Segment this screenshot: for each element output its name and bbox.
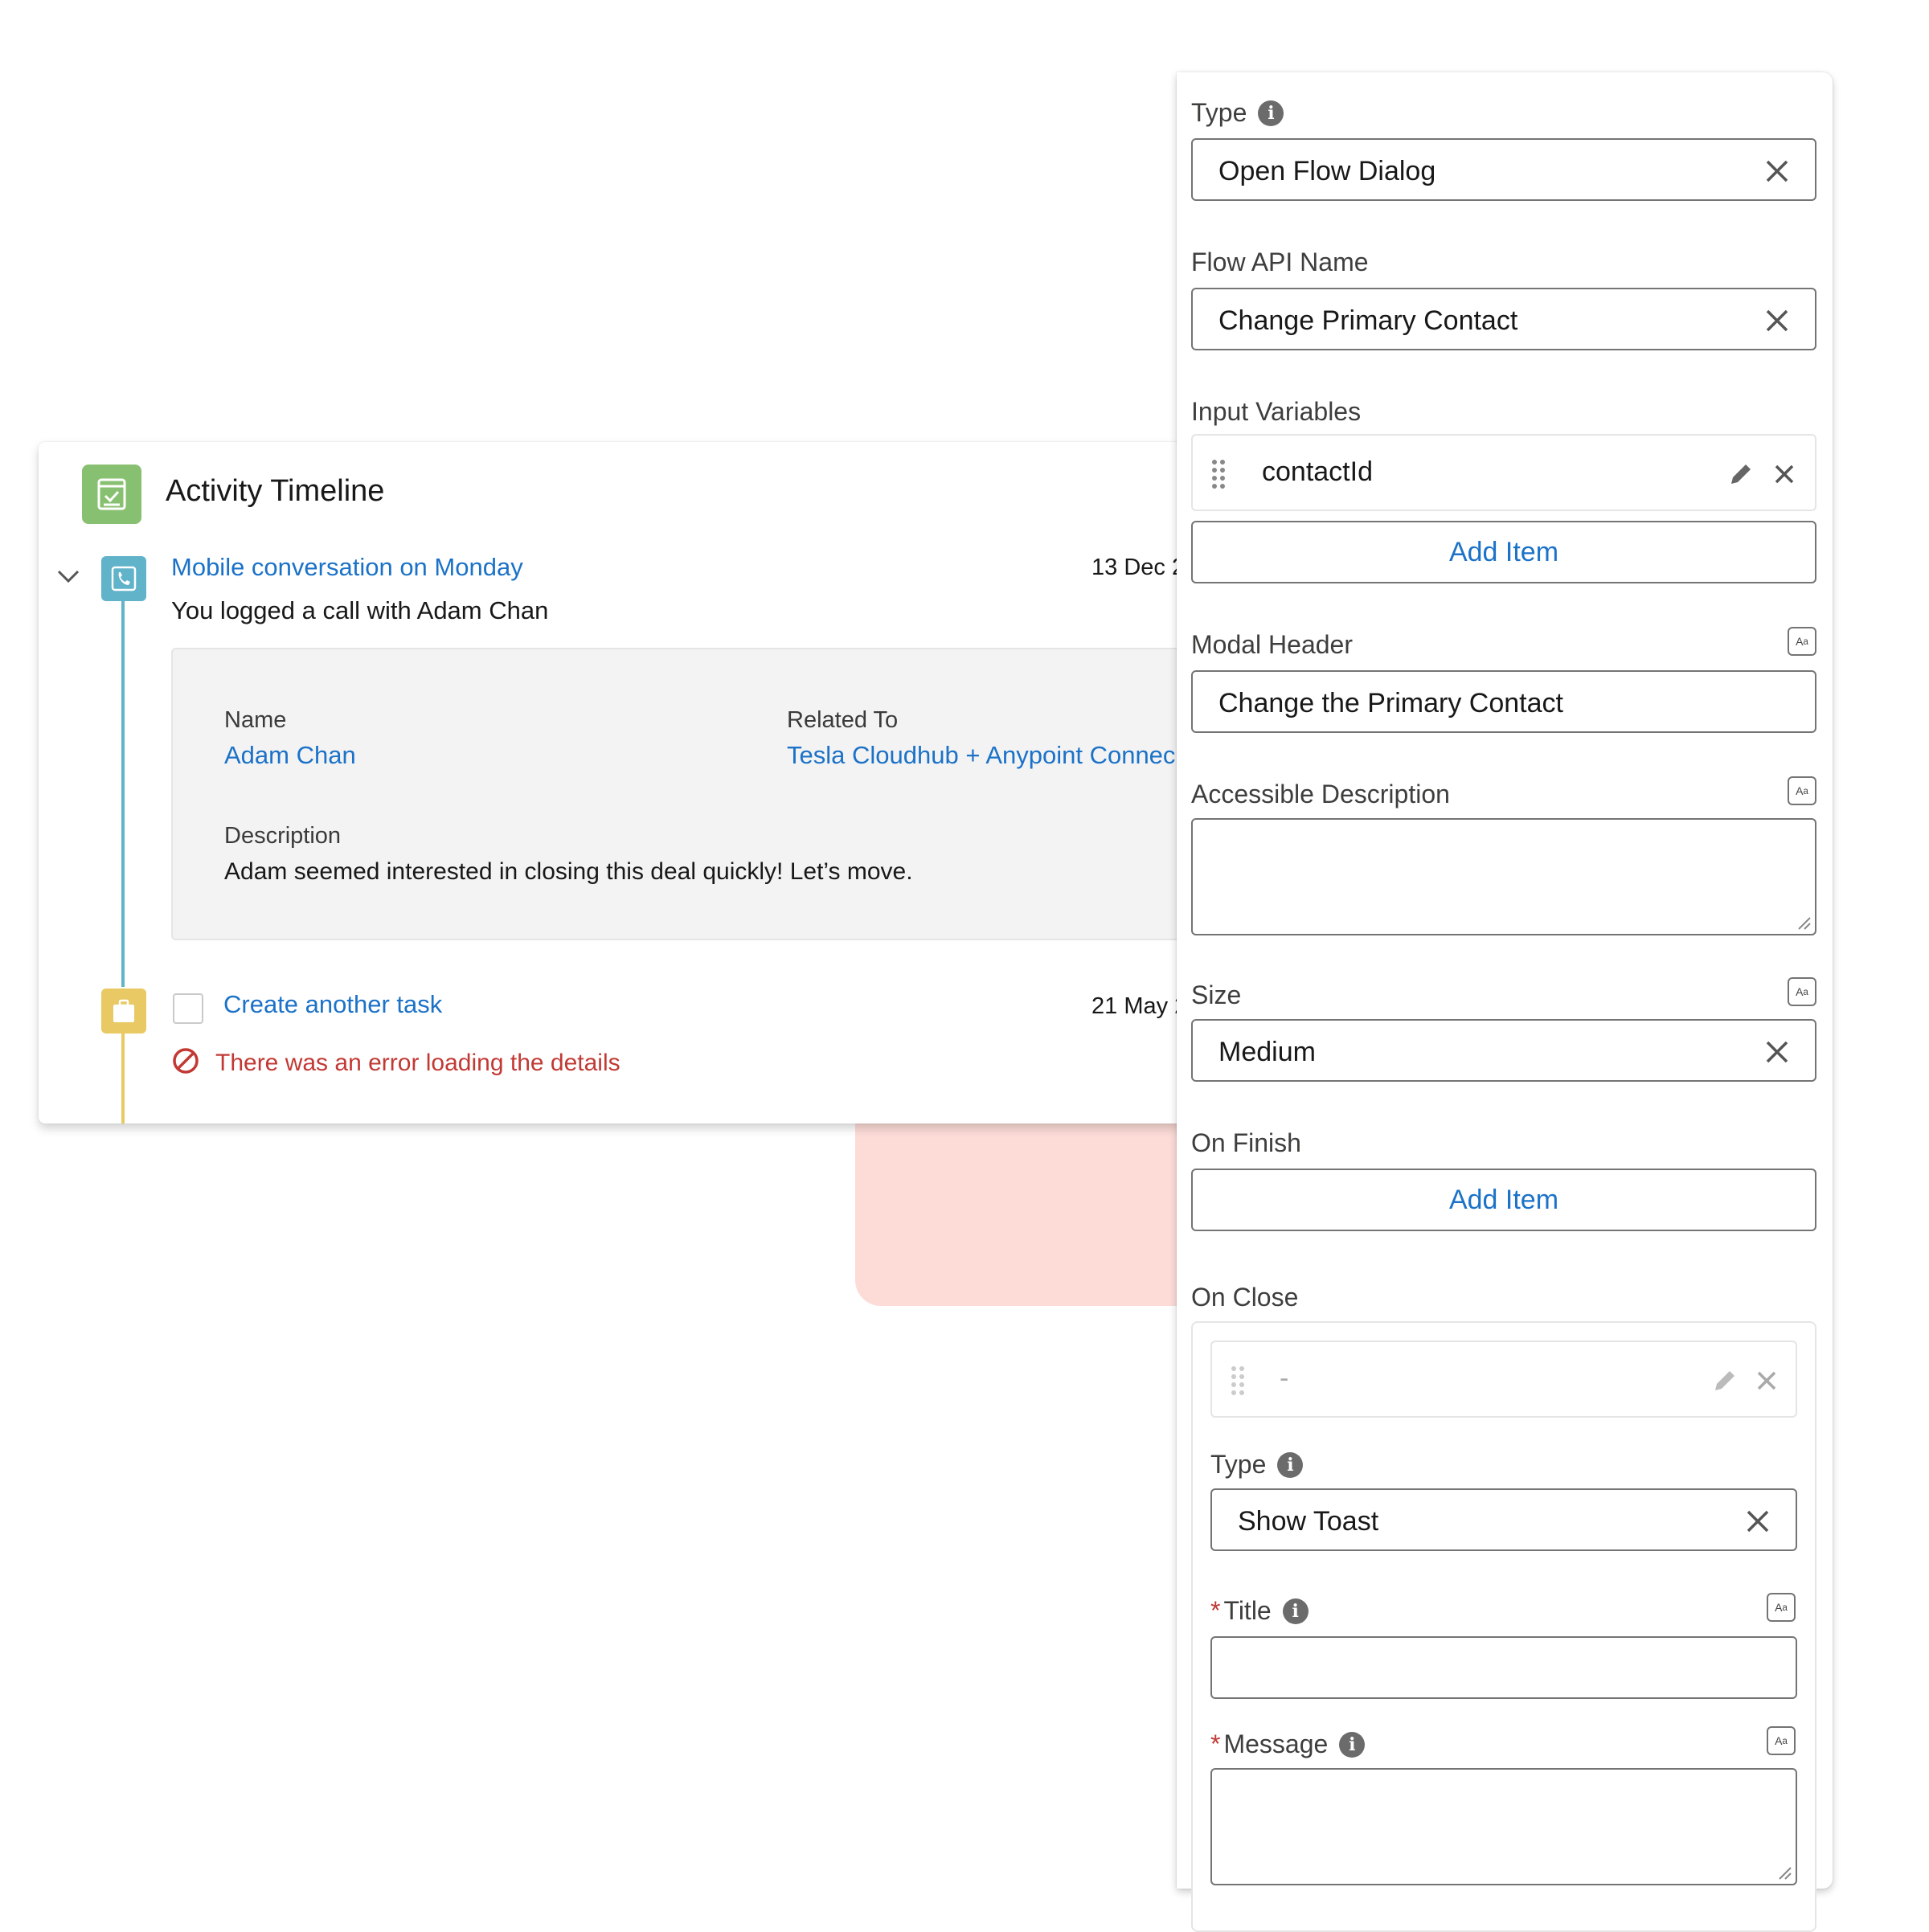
on-close-type-label-row: Type i	[1210, 1450, 1304, 1480]
description-value: Adam seemed interested in closing this d…	[224, 858, 913, 885]
flow-api-value: Change Primary Contact	[1218, 305, 1518, 336]
task-title-link[interactable]: Create another task	[223, 990, 442, 1019]
property-panel: Type i Open Flow Dialog Flow API Name Ch…	[1177, 72, 1833, 1932]
on-close-item-row[interactable]: -	[1210, 1341, 1797, 1418]
clear-icon[interactable]	[1763, 307, 1791, 334]
accessible-description-textarea[interactable]	[1191, 818, 1816, 935]
info-icon[interactable]: i	[1339, 1731, 1366, 1758]
pencil-icon[interactable]	[1726, 460, 1755, 489]
close-icon[interactable]	[1773, 463, 1796, 485]
description-label: Description	[224, 823, 342, 849]
type-value: Open Flow Dialog	[1218, 156, 1436, 186]
modal-header-label: Modal Header	[1191, 630, 1353, 659]
error-icon	[173, 1048, 199, 1074]
task-icon	[101, 989, 146, 1034]
accessible-description-label: Accessible Description	[1191, 780, 1450, 808]
on-close-container: - Type i Show Toast * Title i A a * Mess…	[1191, 1321, 1816, 1932]
flow-api-label: Flow API Name	[1191, 248, 1369, 276]
resize-handle-icon[interactable]	[1796, 915, 1812, 931]
title-field[interactable]	[1210, 1636, 1797, 1699]
related-to-link[interactable]: Tesla Cloudhub + Anypoint Connec	[787, 741, 1175, 770]
required-indicator: *	[1210, 1596, 1221, 1625]
type-field[interactable]: Open Flow Dialog	[1191, 138, 1816, 201]
modal-header-value: Change the Primary Contact	[1218, 688, 1563, 718]
formula-icon[interactable]: Aa	[1788, 776, 1816, 805]
task-date: 21 May 2	[1091, 993, 1180, 1019]
call-item-date: 13 Dec 2	[1091, 555, 1180, 580]
flow-api-field[interactable]: Change Primary Contact	[1191, 288, 1816, 350]
call-item-subtitle: You logged a call with Adam Chan	[171, 596, 549, 624]
related-to-label: Related To	[787, 707, 899, 733]
on-finish-label: On Finish	[1191, 1128, 1301, 1157]
call-details-box: Name Adam Chan Related To Tesla Cloudhub…	[171, 648, 1180, 940]
info-icon[interactable]: i	[1277, 1451, 1304, 1478]
error-message: There was an error loading the details	[215, 1050, 620, 1076]
timeline-connector	[121, 601, 125, 987]
background-shape	[855, 1109, 1193, 1306]
timeline-connector	[121, 1034, 125, 1124]
resize-handle-icon[interactable]	[1776, 1864, 1792, 1881]
card-title: Activity Timeline	[166, 474, 385, 508]
add-input-variable-button[interactable]: Add Item	[1191, 521, 1816, 583]
required-indicator: *	[1210, 1729, 1221, 1758]
drag-handle-icon[interactable]	[1210, 458, 1227, 489]
add-on-finish-button[interactable]: Add Item	[1191, 1169, 1816, 1231]
input-variable-name: contactId	[1262, 456, 1373, 487]
name-label: Name	[224, 707, 287, 733]
size-field[interactable]: Medium	[1191, 1019, 1816, 1082]
formula-icon[interactable]: Aa	[1767, 1593, 1796, 1622]
message-textarea[interactable]	[1210, 1768, 1797, 1885]
call-log-icon	[101, 556, 146, 601]
drag-handle-icon[interactable]	[1230, 1365, 1246, 1395]
on-close-type-field[interactable]: Show Toast	[1210, 1488, 1797, 1551]
message-label: Message	[1223, 1729, 1329, 1758]
task-checkbox[interactable]	[173, 993, 203, 1024]
message-label-row: * Message i	[1210, 1729, 1366, 1759]
name-value-link[interactable]: Adam Chan	[224, 741, 356, 770]
on-close-label: On Close	[1191, 1283, 1299, 1312]
pencil-icon[interactable]	[1710, 1366, 1739, 1395]
on-close-type-label: Type	[1210, 1450, 1267, 1479]
size-label: Size	[1191, 980, 1242, 1009]
info-icon[interactable]: i	[1282, 1598, 1309, 1624]
on-close-item-placeholder: -	[1280, 1363, 1289, 1394]
title-label-row: * Title i	[1210, 1596, 1309, 1626]
type-label: Type	[1191, 98, 1247, 127]
modal-header-field[interactable]: Change the Primary Contact	[1191, 670, 1816, 733]
formula-icon[interactable]: Aa	[1788, 627, 1816, 656]
chevron-down-icon[interactable]	[55, 563, 82, 590]
call-item-title-link[interactable]: Mobile conversation on Monday	[171, 553, 523, 582]
activity-timeline-card: Activity Timeline Mobile conversation on…	[39, 442, 1180, 1124]
input-variables-label: Input Variables	[1191, 397, 1362, 426]
size-value: Medium	[1218, 1037, 1316, 1067]
on-close-type-value: Show Toast	[1238, 1506, 1379, 1537]
clear-icon[interactable]	[1763, 158, 1791, 185]
close-icon[interactable]	[1755, 1369, 1778, 1392]
formula-icon[interactable]: Aa	[1767, 1726, 1796, 1755]
type-label-row: Type i	[1191, 98, 1284, 128]
formula-icon[interactable]: Aa	[1788, 977, 1816, 1006]
clear-icon[interactable]	[1744, 1508, 1771, 1535]
clear-icon[interactable]	[1763, 1038, 1791, 1066]
timeline-app-icon	[82, 465, 141, 524]
info-icon[interactable]: i	[1258, 100, 1284, 126]
title-label: Title	[1223, 1596, 1272, 1625]
input-variable-row[interactable]: contactId	[1191, 434, 1816, 511]
